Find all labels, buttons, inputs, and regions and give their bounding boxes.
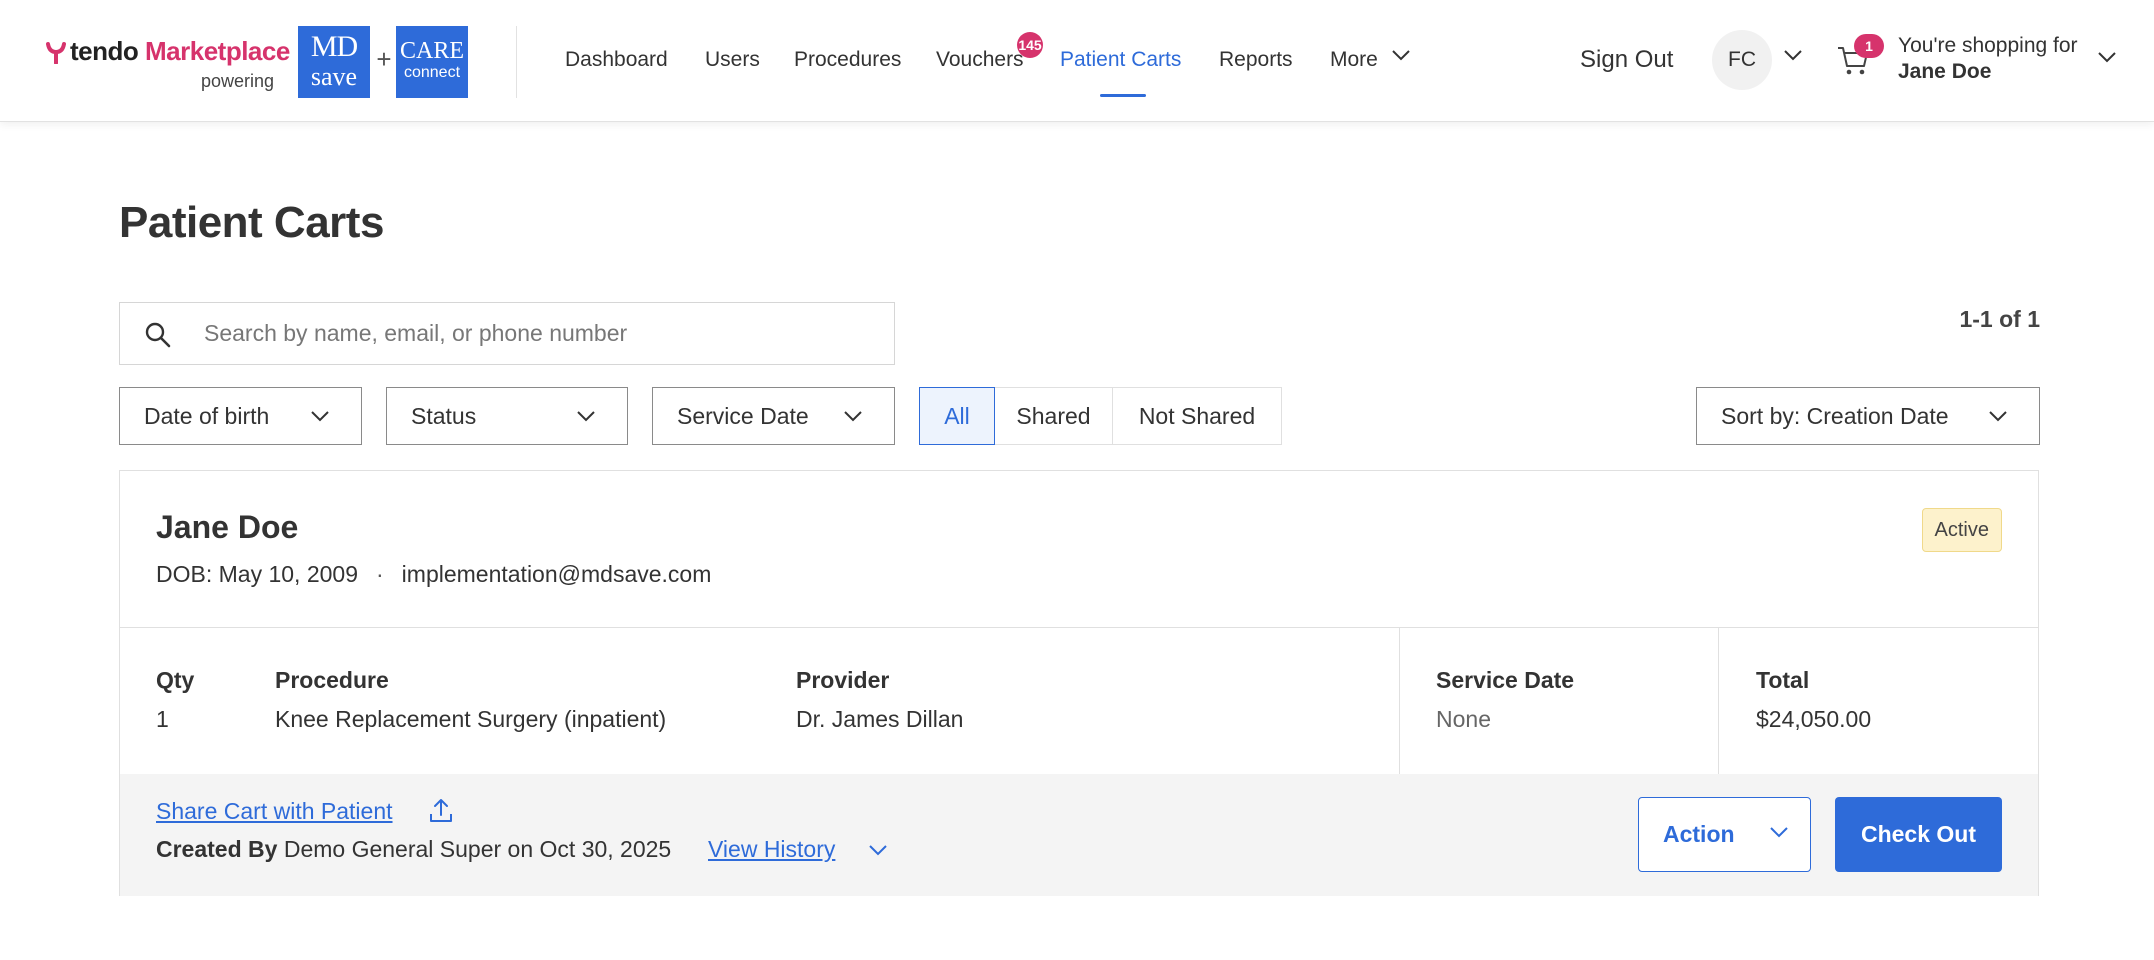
patient-dob: DOB: May 10, 2009 bbox=[156, 561, 358, 587]
header-divider bbox=[516, 26, 517, 98]
top-header: tendo Marketplace powering MD save + CAR… bbox=[0, 0, 2154, 122]
service-date-filter-dropdown[interactable]: Service Date bbox=[652, 387, 895, 445]
chevron-down-icon bbox=[1989, 411, 2007, 422]
share-filter-segmented: All Shared Not Shared bbox=[919, 387, 1282, 445]
chevron-down-icon bbox=[1770, 827, 1788, 838]
brand-logo[interactable]: tendo Marketplace powering bbox=[46, 36, 290, 92]
card-divider bbox=[120, 627, 2038, 628]
sort-label: Sort by: Creation Date bbox=[1721, 403, 1949, 429]
nav-users[interactable]: Users bbox=[705, 48, 760, 72]
mdsave-logo: MD save bbox=[298, 26, 370, 98]
cart-count-badge: 1 bbox=[1854, 34, 1884, 58]
sign-out-link[interactable]: Sign Out bbox=[1580, 46, 1673, 74]
logo-plus: + bbox=[376, 44, 392, 74]
sort-dropdown[interactable]: Sort by: Creation Date bbox=[1696, 387, 2040, 445]
provider-header: Provider bbox=[796, 667, 890, 693]
service-date-filter-label: Service Date bbox=[677, 403, 809, 429]
total-header: Total bbox=[1756, 667, 1810, 693]
service-date-header: Service Date bbox=[1436, 667, 1575, 693]
dob-filter-dropdown[interactable]: Date of birth bbox=[119, 387, 362, 445]
meta-separator: · bbox=[376, 561, 384, 587]
total-value: $24,050.00 bbox=[1756, 706, 1872, 732]
careconnect-logo-care: CARE bbox=[399, 38, 464, 64]
nav-dashboard[interactable]: Dashboard bbox=[565, 48, 668, 72]
column-divider bbox=[1718, 628, 1719, 774]
dob-filter-label: Date of birth bbox=[144, 403, 270, 429]
status-filter-dropdown[interactable]: Status bbox=[386, 387, 628, 445]
provider-value: Dr. James Dillan bbox=[796, 706, 964, 732]
chevron-down-icon[interactable] bbox=[868, 844, 888, 856]
chevron-down-icon bbox=[844, 411, 862, 422]
search-icon bbox=[145, 322, 171, 348]
check-out-button[interactable]: Check Out bbox=[1835, 797, 2002, 872]
action-label: Action bbox=[1663, 821, 1735, 847]
created-by-label: Created By bbox=[156, 836, 278, 862]
brand-name-marketplace: Marketplace bbox=[145, 36, 290, 66]
chevron-down-icon[interactable] bbox=[1782, 48, 1804, 62]
procedure-header: Procedure bbox=[275, 667, 389, 693]
user-avatar[interactable]: FC bbox=[1712, 30, 1772, 90]
brand-name-tendo: tendo bbox=[70, 36, 139, 66]
patient-name: Jane Doe bbox=[156, 509, 299, 545]
status-filter-label: Status bbox=[411, 403, 477, 429]
segment-not-shared[interactable]: Not Shared bbox=[1113, 388, 1281, 444]
brand-powering: powering bbox=[200, 71, 274, 91]
service-date-value: None bbox=[1436, 706, 1491, 732]
chevron-down-icon[interactable] bbox=[2096, 50, 2118, 64]
result-count: 1-1 of 1 bbox=[1959, 306, 2040, 332]
share-cart-link[interactable]: Share Cart with Patient bbox=[156, 798, 393, 825]
careconnect-logo-connect: connect bbox=[403, 64, 461, 81]
mdsave-logo-md: MD bbox=[310, 30, 358, 63]
shopping-for-selector[interactable]: You're shopping for Jane Doe bbox=[1898, 34, 2078, 84]
qty-value: 1 bbox=[156, 706, 169, 732]
nav-patient-carts[interactable]: Patient Carts bbox=[1060, 48, 1181, 72]
status-badge: Active bbox=[1921, 508, 2002, 552]
nav-active-indicator bbox=[1100, 94, 1146, 97]
search-input[interactable] bbox=[204, 303, 864, 364]
created-by-text: Demo General Super on Oct 30, 2025 bbox=[283, 836, 672, 862]
tendo-logo-icon bbox=[46, 42, 66, 65]
shopping-for-label: You're shopping for bbox=[1898, 34, 2078, 57]
page-title: Patient Carts bbox=[119, 198, 384, 247]
vouchers-count-badge: 145 bbox=[1017, 32, 1043, 58]
mdsave-logo-save: save bbox=[310, 62, 358, 91]
action-dropdown-button[interactable]: Action bbox=[1638, 797, 1811, 872]
shopping-for-name: Jane Doe bbox=[1898, 60, 1992, 83]
segment-all[interactable]: All bbox=[919, 387, 995, 445]
view-history-link[interactable]: View History bbox=[708, 836, 835, 863]
brand-name: tendo Marketplace bbox=[46, 36, 290, 67]
nav-reports[interactable]: Reports bbox=[1219, 48, 1293, 72]
qty-header: Qty bbox=[156, 667, 195, 693]
patient-cart-card: Jane Doe DOB: May 10, 2009 · implementatio… bbox=[119, 470, 2039, 896]
segment-shared[interactable]: Shared bbox=[995, 388, 1113, 444]
nav-procedures[interactable]: Procedures bbox=[794, 48, 901, 72]
column-divider bbox=[1399, 628, 1400, 774]
patient-meta: DOB: May 10, 2009 · implementation@mdsave.… bbox=[156, 561, 711, 588]
careconnect-logo: CARE connect bbox=[396, 26, 468, 98]
nav-vouchers[interactable]: Vouchers bbox=[936, 48, 1024, 72]
cart-footer: Share Cart with Patient Created By Demo … bbox=[120, 774, 2038, 896]
created-by-info: Created By Demo General Super on Oct 30,… bbox=[156, 836, 671, 863]
procedure-value: Knee Replacement Surgery (inpatient) bbox=[275, 706, 667, 732]
patient-email: implementation@mdsave.com bbox=[401, 561, 712, 587]
chevron-down-icon[interactable] bbox=[1390, 48, 1412, 62]
nav-more[interactable]: More bbox=[1330, 48, 1378, 72]
share-upload-icon[interactable] bbox=[428, 796, 454, 824]
search-box[interactable] bbox=[119, 302, 895, 365]
chevron-down-icon bbox=[311, 411, 329, 422]
chevron-down-icon bbox=[577, 411, 595, 422]
